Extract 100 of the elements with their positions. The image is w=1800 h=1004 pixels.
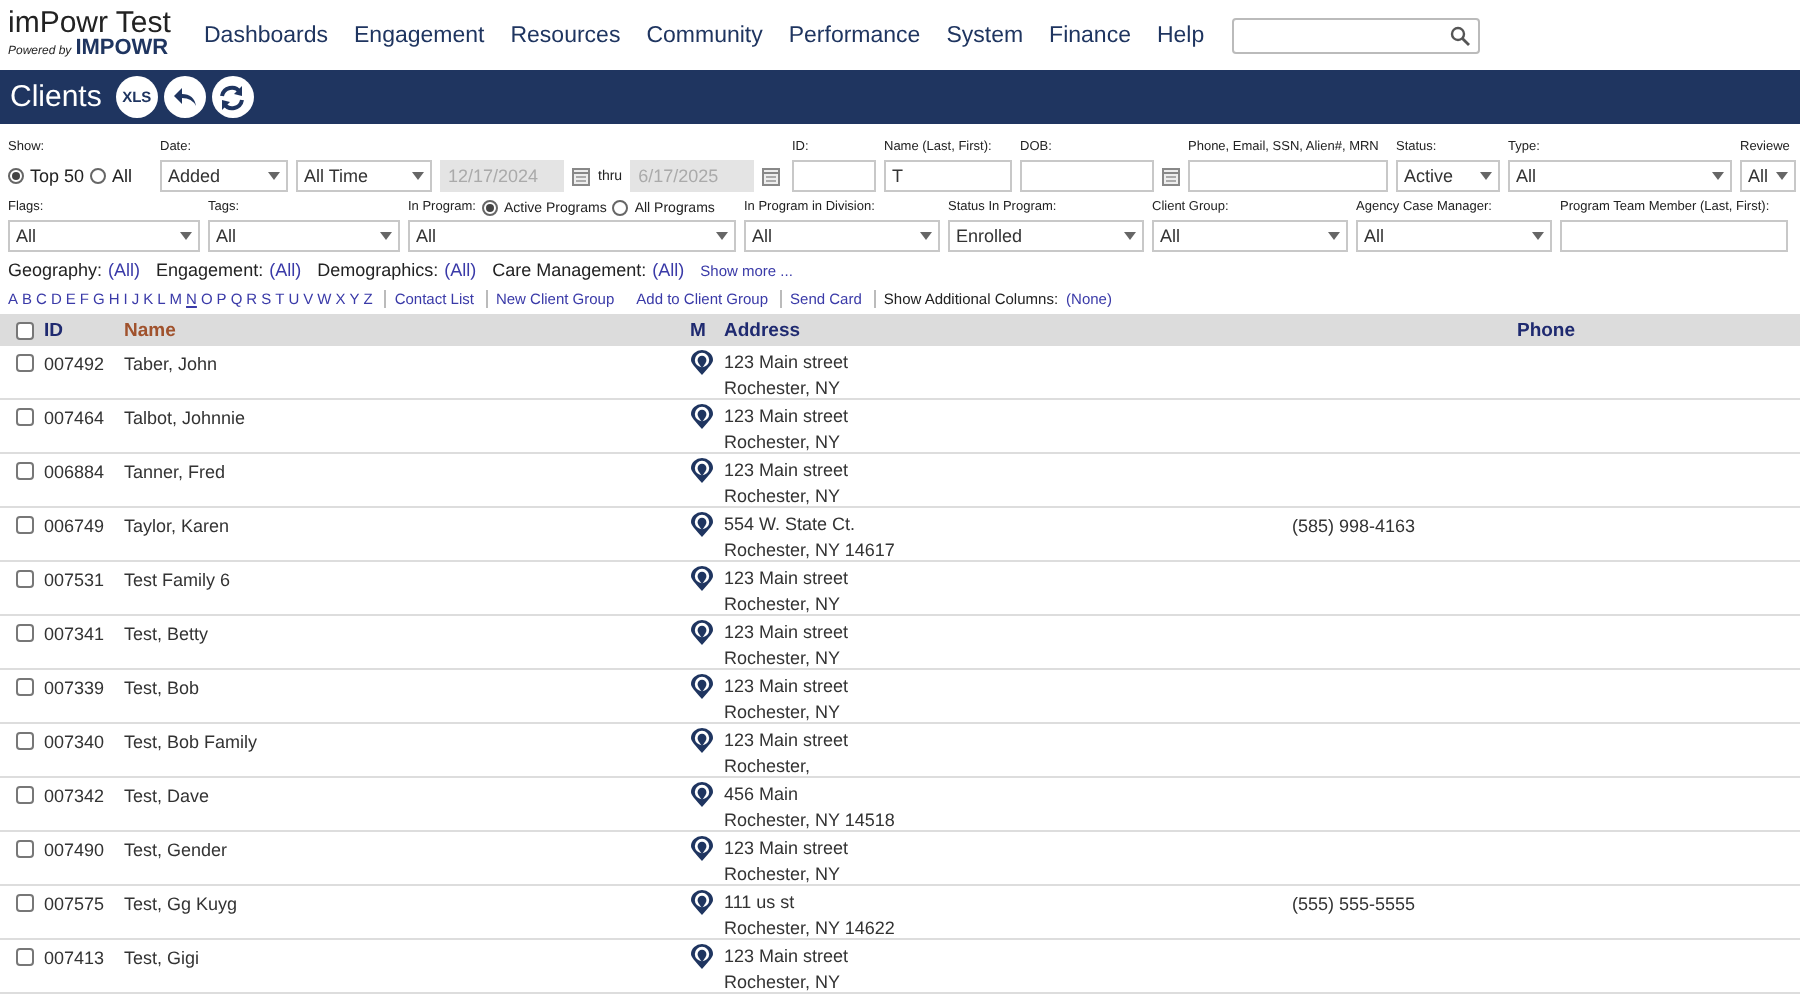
dropdown[interactable]: All xyxy=(1356,220,1552,252)
row-checkbox[interactable] xyxy=(16,786,34,804)
client-name[interactable]: Test Family 6 xyxy=(124,570,231,590)
column-header[interactable]: M xyxy=(690,314,724,346)
map-pin-icon[interactable] xyxy=(690,458,714,484)
column-header[interactable]: Phone xyxy=(1292,314,1800,346)
filter-value-link[interactable]: (All) xyxy=(269,260,302,280)
caret-icon xyxy=(920,232,932,240)
address-line: Rochester, NY xyxy=(724,646,843,672)
calendar-icon[interactable] xyxy=(572,166,590,186)
back-button[interactable] xyxy=(163,76,206,118)
map-pin-icon[interactable] xyxy=(690,350,714,376)
dropdown[interactable]: All xyxy=(8,220,200,252)
client-id: 007575 xyxy=(44,894,105,914)
select-all-checkbox[interactable] xyxy=(16,321,34,339)
map-pin-icon[interactable] xyxy=(690,836,714,862)
column-header[interactable]: Address xyxy=(724,314,1292,346)
row-checkbox[interactable] xyxy=(16,354,34,372)
filter-value-link[interactable]: (All) xyxy=(652,260,685,280)
nav-link[interactable]: System xyxy=(946,23,1024,47)
nav-link[interactable]: Community xyxy=(646,23,763,47)
calendar-icon[interactable] xyxy=(762,166,781,186)
dropdown[interactable]: All xyxy=(744,220,940,252)
map-pin-icon[interactable] xyxy=(690,404,714,430)
row-checkbox[interactable] xyxy=(16,894,34,912)
row-checkbox[interactable] xyxy=(16,624,34,642)
map-pin-icon[interactable] xyxy=(690,890,714,916)
address-line: 123 Main street xyxy=(724,944,849,970)
filter-value-link[interactable]: (All) xyxy=(444,260,477,280)
dropdown[interactable]: Active xyxy=(1396,160,1500,192)
date-field[interactable] xyxy=(1020,160,1154,192)
client-name[interactable]: Taber, John xyxy=(124,354,218,374)
radio-button[interactable] xyxy=(8,168,24,184)
filter-category-label: Geography: xyxy=(8,260,103,280)
radio-button[interactable] xyxy=(90,168,107,184)
search-field[interactable] xyxy=(1232,17,1481,53)
client-name[interactable]: Test, Bob Family xyxy=(124,732,258,752)
input-field[interactable] xyxy=(1560,220,1788,252)
client-name[interactable]: Test, Gender xyxy=(124,840,228,860)
client-name[interactable]: Test, Gg Kuyg xyxy=(124,894,238,914)
dropdown[interactable]: Enrolled xyxy=(948,220,1144,252)
address-line: Rochester, NY xyxy=(724,862,843,888)
page-title: Clients xyxy=(10,80,102,114)
map-pin-icon[interactable] xyxy=(690,782,714,808)
map-pin-icon[interactable] xyxy=(690,944,714,970)
input-field[interactable] xyxy=(1188,160,1388,192)
address-line: 123 Main street xyxy=(724,620,849,646)
nav-link[interactable]: Performance xyxy=(788,23,921,47)
map-pin-icon[interactable] xyxy=(690,620,714,646)
client-name[interactable]: Test, Dave xyxy=(124,786,210,806)
radio-button[interactable] xyxy=(612,200,629,216)
dropdown[interactable]: All xyxy=(408,220,736,252)
filter-value-link[interactable]: (All) xyxy=(108,260,141,280)
address-line: 123 Main street xyxy=(724,674,849,700)
client-name[interactable]: Talbot, Johnnie xyxy=(124,408,246,428)
radio-label: Top 50 xyxy=(30,166,85,186)
client-id: 007413 xyxy=(44,948,105,968)
column-header[interactable]: Name xyxy=(124,314,690,346)
address-line: 456 Main xyxy=(724,782,801,808)
nav-link[interactable]: Dashboards xyxy=(204,23,329,47)
refresh-button[interactable] xyxy=(211,76,254,118)
row-checkbox[interactable] xyxy=(16,678,34,696)
nav-link[interactable]: Finance xyxy=(1049,23,1131,47)
dropdown[interactable]: All xyxy=(1508,160,1732,192)
row-checkbox[interactable] xyxy=(16,462,34,480)
caret-icon xyxy=(1328,232,1340,240)
address-line: 123 Main street xyxy=(724,350,849,376)
nav-link[interactable]: Help xyxy=(1156,23,1205,47)
client-name[interactable]: Test, Gigi xyxy=(124,948,200,968)
input-field[interactable]: T xyxy=(884,160,1012,192)
dropdown[interactable]: All xyxy=(208,220,400,252)
radio-label: All xyxy=(112,166,133,186)
map-pin-icon[interactable] xyxy=(690,674,714,700)
row-checkbox[interactable] xyxy=(16,732,34,750)
address-line: 123 Main street xyxy=(724,728,849,754)
row-checkbox[interactable] xyxy=(16,516,34,534)
map-pin-icon[interactable] xyxy=(690,512,714,538)
calendar-icon[interactable] xyxy=(1162,166,1180,186)
dropdown[interactable]: All xyxy=(1152,220,1348,252)
nav-link[interactable]: Resources xyxy=(510,23,621,47)
client-name[interactable]: Taylor, Karen xyxy=(124,516,230,536)
column-header[interactable]: ID xyxy=(44,314,124,346)
dropdown[interactable]: All xyxy=(1740,160,1796,192)
nav-link[interactable]: Engagement xyxy=(354,23,485,47)
client-name[interactable]: Test, Bob xyxy=(124,678,200,698)
radio-button[interactable] xyxy=(481,200,498,216)
map-pin-icon[interactable] xyxy=(690,728,714,754)
caret-icon xyxy=(1532,232,1544,240)
caret-icon xyxy=(380,232,392,240)
row-checkbox[interactable] xyxy=(16,570,34,588)
client-id: 006749 xyxy=(44,516,105,536)
client-name[interactable]: Tanner, Fred xyxy=(124,462,226,482)
row-checkbox[interactable] xyxy=(16,408,34,426)
map-pin-icon[interactable] xyxy=(690,566,714,592)
input-field[interactable] xyxy=(792,160,876,192)
phone-number: (555) 555-5555 xyxy=(1292,894,1416,914)
address-line: Rochester, NY xyxy=(724,700,843,726)
client-name[interactable]: Test, Betty xyxy=(124,624,209,644)
row-checkbox[interactable] xyxy=(16,840,34,858)
row-checkbox[interactable] xyxy=(16,948,34,966)
